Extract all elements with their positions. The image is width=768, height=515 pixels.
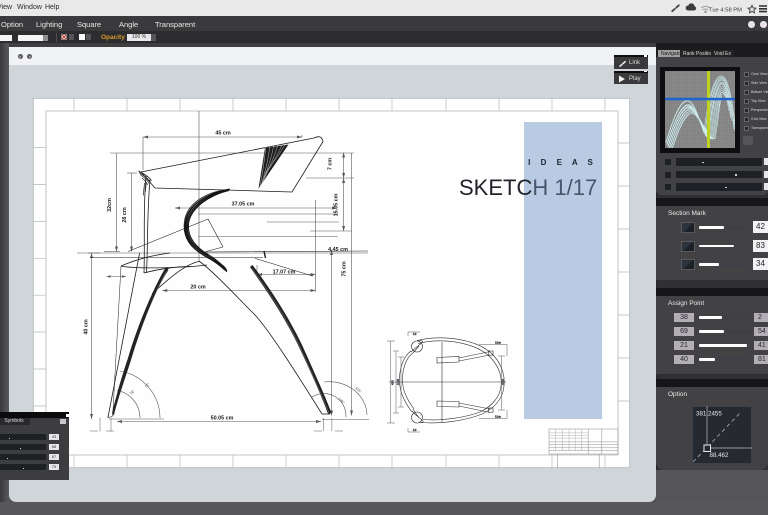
svg-text:5.5: 5.5 — [413, 333, 417, 336]
svg-text:50.05 cm: 50.05 cm — [211, 416, 234, 422]
svg-text:20 cm: 20 cm — [190, 285, 205, 291]
svg-text:37.05: 37.05 — [397, 378, 400, 385]
svg-text:37.05 cm: 37.05 cm — [232, 202, 255, 208]
svg-text:Tue 4:58 PM: Tue 4:58 PM — [709, 7, 742, 13]
svg-text:17.07 cm: 17.07 cm — [273, 270, 296, 276]
svg-text:78°: 78° — [129, 389, 136, 396]
svg-text:15.05 cm: 15.05 cm — [334, 193, 340, 216]
svg-text:4.45 cm: 4.45 cm — [328, 247, 348, 253]
svg-text:32cm: 32cm — [107, 198, 113, 212]
svg-text:5.5: 5.5 — [413, 429, 417, 432]
svg-text:28 cm: 28 cm — [122, 207, 128, 222]
svg-text:381.2455: 381.2455 — [696, 411, 722, 418]
svg-text:45 cm: 45 cm — [215, 131, 230, 137]
svg-text:75 cm: 75 cm — [342, 261, 348, 276]
svg-text:115°: 115° — [354, 386, 362, 394]
svg-text:75°: 75° — [144, 382, 151, 389]
svg-text:12cm: 12cm — [495, 342, 501, 345]
svg-text:45.5: 45.5 — [392, 380, 395, 385]
svg-text:7 cm: 7 cm — [328, 158, 334, 170]
svg-text:88.462: 88.462 — [710, 452, 729, 459]
svg-text:40.05: 40.05 — [502, 378, 505, 385]
svg-text:40 cm: 40 cm — [84, 319, 90, 334]
svg-text:12cm: 12cm — [495, 416, 501, 419]
svg-text:135°: 135° — [337, 397, 346, 405]
